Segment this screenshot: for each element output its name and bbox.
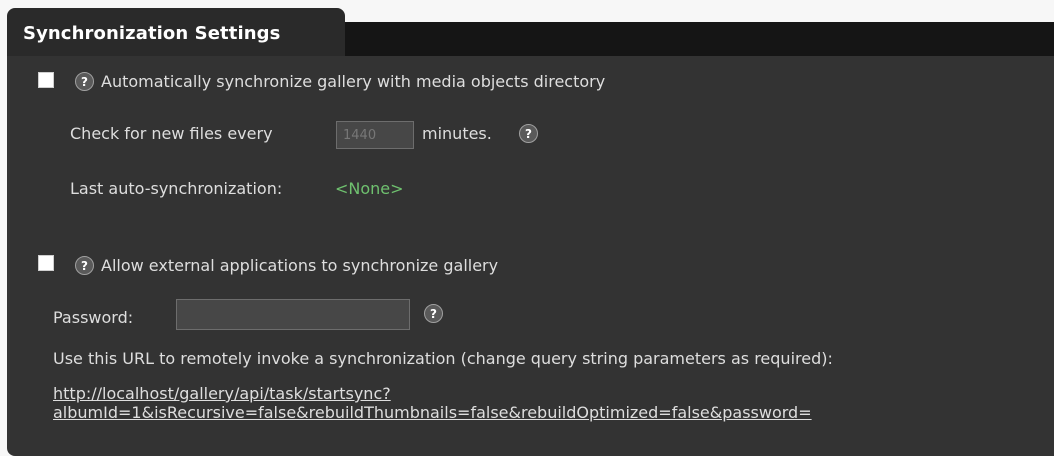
interval-prefix-label: Check for new files every [70, 124, 273, 143]
last-sync-value: <None> [335, 179, 404, 198]
url-instructions: Use this URL to remotely invoke a synchr… [53, 349, 833, 368]
auto-sync-checkbox[interactable] [38, 72, 54, 88]
interval-input[interactable] [336, 121, 414, 149]
sync-url-line-1[interactable]: http://localhost/gallery/api/task/starts… [53, 384, 391, 403]
last-sync-label: Last auto-synchronization: [70, 179, 283, 198]
external-sync-checkbox[interactable] [38, 255, 54, 271]
help-icon[interactable]: ? [424, 304, 443, 323]
section-tab: Synchronization Settings [7, 8, 345, 56]
help-icon[interactable]: ? [75, 72, 94, 91]
interval-suffix-label: minutes. [422, 124, 492, 143]
external-sync-label: Allow external applications to synchroni… [101, 256, 499, 275]
password-input[interactable] [176, 299, 410, 330]
tab-bar [345, 22, 1054, 56]
sync-url-line-2[interactable]: albumId=1&isRecursive=false&rebuildThumb… [53, 403, 812, 422]
help-icon[interactable]: ? [75, 256, 94, 275]
auto-sync-label: Automatically synchronize gallery with m… [101, 72, 606, 91]
section-title: Synchronization Settings [23, 23, 281, 44]
password-label: Password: [53, 308, 134, 327]
help-icon[interactable]: ? [519, 124, 538, 143]
sync-url-link[interactable]: http://localhost/gallery/api/task/starts… [53, 384, 1033, 422]
